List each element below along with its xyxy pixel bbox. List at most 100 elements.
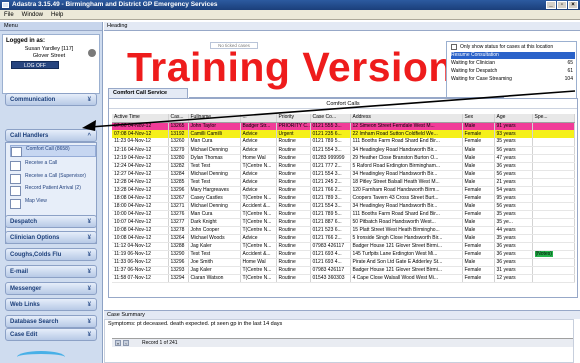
column-header[interactable]: Spe... xyxy=(532,114,575,123)
training-watermark: Training Version xyxy=(127,44,454,90)
table-cell-loc: Accident &... xyxy=(240,202,277,211)
table-cell-case: 13279 xyxy=(168,146,189,155)
call-handler-record-arrival[interactable]: Record Patient Arrival (2) xyxy=(10,185,96,197)
table-cell-loc: Advice xyxy=(240,186,277,195)
status-row-label: Waiting for Case Streaming xyxy=(451,76,512,82)
tab-comfort-call-service[interactable]: Comfort Call Service xyxy=(108,88,188,98)
call-handler-label: Receive a Call xyxy=(25,160,58,166)
call-handler-comfort-call[interactable]: Comfort Call (8658) xyxy=(10,145,96,157)
section-messenger[interactable]: Messenger ¥ xyxy=(5,282,97,295)
section-email-label: E-mail xyxy=(10,269,29,275)
maximize-button[interactable]: ▫ xyxy=(557,1,567,9)
table-cell-priority: Routine xyxy=(276,154,311,163)
section-clinician-options[interactable]: Clinician Options ¥ xyxy=(5,231,97,244)
table-cell-address: Badger House 121 Glover Street Birmi... xyxy=(350,242,463,251)
call-handler-map-view[interactable]: Map View xyxy=(10,198,96,210)
section-email[interactable]: E-mail ¥ xyxy=(5,265,97,278)
notes-badge[interactable]: (Notes) xyxy=(534,250,553,257)
table-row[interactable]: 18:00 04-Nov-12 13271 Michael Denning Accid… xyxy=(112,202,575,211)
table-row[interactable]: 11:12 04-Nov-12 13288 Jag Kaler T(Centre N.… xyxy=(112,242,575,251)
window-controls: _ ▫ × xyxy=(546,1,578,9)
case-summary-label: Case Summary xyxy=(104,310,580,319)
status-row-selected[interactable]: Resume Consultation xyxy=(451,52,575,59)
table-cell-address: 34 Headingley Road Handsworth Bir... xyxy=(350,146,463,155)
login-user: Susan Yardley [117] xyxy=(24,46,74,52)
table-cell-name: Michael Woods xyxy=(188,234,241,243)
table-cell-address: 111 Booths Farm Road Shard End Bir... xyxy=(350,210,463,219)
menu-file[interactable]: File xyxy=(4,10,14,19)
table-row[interactable]: 13:28 04-Nov-12 13296 Mary Hargreaves Advic… xyxy=(112,186,575,195)
table-row[interactable]: 10:08 04-Nov-12 13278 John Cooper T(Centre … xyxy=(112,226,575,235)
section-coughs-colds[interactable]: Coughs,Colds Flu ¥ xyxy=(5,248,97,261)
column-header[interactable]: Sex xyxy=(462,114,495,123)
table-row[interactable]: 12:19 04-Nov-12 13280 Dylan Thomas Home Wal… xyxy=(112,154,575,163)
table-row[interactable]: 12:27 04-Nov-12 13284 Michael Denning Advic… xyxy=(112,170,575,179)
column-header[interactable]: Priority xyxy=(276,114,311,123)
menu-help[interactable]: Help xyxy=(51,10,63,19)
table-cell-sex: Male xyxy=(462,146,495,155)
table-row[interactable]: 18:08 04-Nov-12 13267 Casey Castles T(Centr… xyxy=(112,194,575,203)
table-cell-loc: T(Centre N... xyxy=(240,218,277,227)
table-cell-loc: Accident &... xyxy=(240,250,277,259)
table-cell-priority: Routine xyxy=(276,146,311,155)
table-row[interactable]: 11:33 06-Nov-12 13296 Joe Smith Home Wal Rou… xyxy=(112,258,575,267)
table-row[interactable]: 11:58 07-Nov-12 13294 Ciaran Watson T(Centr… xyxy=(112,274,575,283)
status-row[interactable]: Waiting for Clinician 65 xyxy=(451,60,575,67)
table-row[interactable]: 12:16 04-Nov-12 13279 Michael Denning Advic… xyxy=(112,146,575,155)
column-header[interactable]: Case Co... xyxy=(310,114,351,123)
table-cell-loc: T(Centre N... xyxy=(240,242,277,251)
table-cell-phone: 0121 235 6... xyxy=(310,130,351,138)
table-cell-name: Michael Denning xyxy=(188,146,241,155)
table-cell-priority: Routine xyxy=(276,186,311,195)
table-cell-phone: 0121 789 3... xyxy=(310,194,351,203)
close-button[interactable]: × xyxy=(568,1,578,9)
table-row[interactable]: 11:23 04-Nov-12 13260 Man Cura Advice Routin… xyxy=(112,138,575,147)
section-communication[interactable]: Communication ¥ xyxy=(5,93,97,106)
table-row[interactable]: 10:07 04-Nov-12 13277 Dark Knight T(Centre … xyxy=(112,218,575,227)
column-header[interactable]: Cas... xyxy=(168,114,189,123)
column-header[interactable]: Fullname xyxy=(188,114,241,123)
section-database-search[interactable]: Database Search ¥ xyxy=(5,315,97,328)
column-header[interactable]: Address xyxy=(350,114,463,123)
table-row[interactable]: 11:37 06-Nov-12 13293 Jag Kaler T(Centre N.… xyxy=(112,266,575,275)
table-row[interactable]: 10:08 04-Nov-12 13264 Michael Woods Advice R… xyxy=(112,234,575,243)
login-location: Glover Street xyxy=(32,53,66,59)
call-handler-receive-call-supervisor[interactable]: Receive a Call (Supervisor) xyxy=(10,173,96,185)
menubar: File Window Help xyxy=(0,10,580,20)
location-filter-checkbox[interactable] xyxy=(451,44,457,50)
column-header[interactable]: Active Time xyxy=(112,114,169,123)
section-call-handlers[interactable]: Call Handlers ^ xyxy=(5,129,97,142)
column-header[interactable]: Age xyxy=(494,114,533,123)
table-cell-address: 4 Cape Close Walsall Wood West Mi... xyxy=(350,274,463,283)
table-row[interactable]: 07:08 04-Nov-12 13192 Camilli Camilli Advic… xyxy=(112,130,575,138)
table-cell-phone: 01543 360303 xyxy=(310,274,351,283)
table-cell-sex: Female xyxy=(462,250,495,259)
column-header[interactable]: ... xyxy=(240,114,277,123)
minimize-button[interactable]: _ xyxy=(546,1,556,9)
table-row[interactable]: 10:00 04-Nov-12 13276 Man Cura T(Centre N..… xyxy=(112,210,575,219)
table-cell-phone: 0121 789 5... xyxy=(310,210,351,219)
tab-strip: Comfort Call Service xyxy=(108,88,508,98)
table-cell-priority: Routine xyxy=(276,266,311,275)
table-row[interactable]: 07:06 04-Nov-12 13265 John Taylor Badger St… xyxy=(112,122,575,130)
table-cell-spec xyxy=(532,162,575,171)
section-web-links[interactable]: Web Links ¥ xyxy=(5,298,97,311)
section-case-edit[interactable]: Case Edit ¥ xyxy=(5,328,97,341)
call-handler-receive-call[interactable]: Receive a Call xyxy=(10,160,96,172)
table-cell-age: 35 years xyxy=(494,138,533,147)
section-case-edit-label: Case Edit xyxy=(10,332,38,338)
table-cell-address: 12 Simeon Street Ferndale West M... xyxy=(350,122,463,130)
table-cell-time: 07:06 04-Nov-12 xyxy=(112,122,169,130)
chevron-down-icon: ¥ xyxy=(87,219,91,225)
table-cell-name: Test Test xyxy=(188,162,241,171)
table-row[interactable]: 12:28 04-Nov-12 13285 Test Test Advice Routi… xyxy=(112,178,575,187)
status-row[interactable]: Waiting for Case Streaming 104 xyxy=(451,76,575,83)
status-row[interactable]: Waiting for Despatch 61 xyxy=(451,68,575,75)
table-row[interactable]: 11:19 06-Nov-12 13290 Test Test Accident &.… xyxy=(112,250,575,259)
section-messenger-label: Messenger xyxy=(10,286,42,292)
menu-window[interactable]: Window xyxy=(22,10,43,19)
logoff-button[interactable]: LOG OFF xyxy=(11,61,59,69)
table-row[interactable]: 12:24 04-Nov-12 13282 Test Test T(Centre N.… xyxy=(112,162,575,171)
chevron-down-icon: ¥ xyxy=(87,302,91,308)
section-despatch[interactable]: Despatch ¥ xyxy=(5,215,97,228)
